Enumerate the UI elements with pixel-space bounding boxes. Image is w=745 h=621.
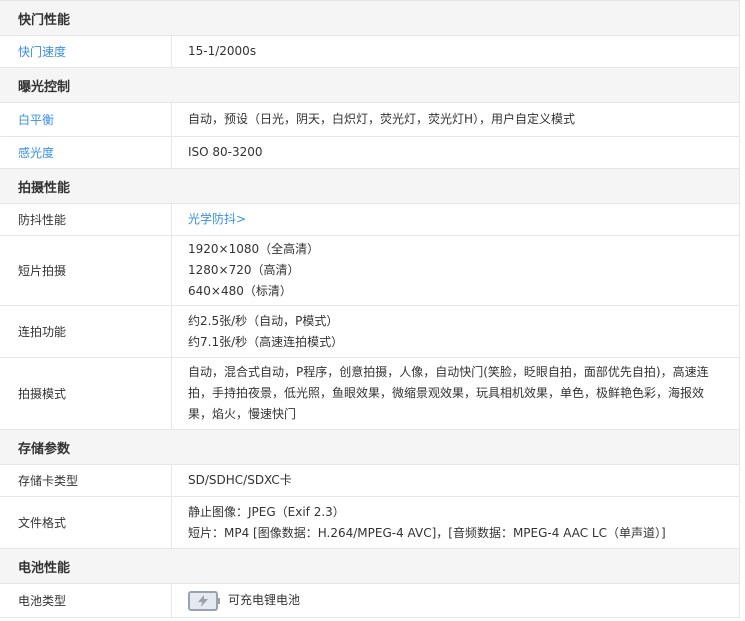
value-line: 可充电锂电池 [228, 593, 301, 607]
spec-label-iso[interactable]: 感光度 [0, 137, 172, 168]
spec-row-battery-type: 电池类型 可充电锂电池 [0, 584, 739, 618]
spec-table: 快门性能 快门速度 15-1/2000s 曝光控制 白平衡 自动，预设（日光，阴… [0, 0, 740, 618]
spec-row-shooting-modes: 拍摄模式 自动，混合式自动，P程序，创意拍摄，人像，自动快门(笑脸，眨眼自拍，面… [0, 358, 739, 430]
value-line: 拍，手持拍夜景，低光照，鱼眼效果，微缩景观效果，玩具相机效果，单色，极鲜艳色彩，… [188, 386, 705, 400]
spec-value-card-type: SD/SDHC/SDXC卡 [172, 465, 739, 496]
section-header-shutter: 快门性能 [0, 1, 739, 36]
section-header-battery: 电池性能 [0, 549, 739, 584]
section-header-storage: 存储参数 [0, 430, 739, 465]
spec-row-video: 短片拍摄 1920×1080（全高清） 1280×720（高清） 640×480… [0, 236, 739, 306]
spec-value-shooting-modes: 自动，混合式自动，P程序，创意拍摄，人像，自动快门(笑脸，眨眼自拍，面部优先自拍… [172, 358, 739, 429]
spec-row-card-type: 存储卡类型 SD/SDHC/SDXC卡 [0, 465, 739, 497]
spec-value-white-balance: 自动，预设（日光，阴天，白炽灯，荧光灯，荧光灯H），用户自定义模式 [172, 103, 739, 136]
value-line: 自动，预设（日光，阴天，白炽灯，荧光灯，荧光灯H），用户自定义模式 [188, 112, 576, 126]
spec-value-video: 1920×1080（全高清） 1280×720（高清） 640×480（标清） [172, 236, 739, 305]
spec-label-white-balance[interactable]: 白平衡 [0, 103, 172, 136]
spec-value-battery-type: 可充电锂电池 [172, 584, 739, 617]
value-line: ISO 80-3200 [188, 145, 263, 159]
spec-label-shooting-modes: 拍摄模式 [0, 358, 172, 429]
spec-row-stabilization: 防抖性能 光学防抖> [0, 204, 739, 236]
battery-wrap: 可充电锂电池 [188, 590, 723, 611]
value-line: 1920×1080（全高清） [188, 242, 320, 256]
value-line: 640×480（标清） [188, 284, 292, 298]
value-line: 自动，混合式自动，P程序，创意拍摄，人像，自动快门(笑脸，眨眼自拍，面部优先自拍… [188, 365, 709, 379]
spec-value-iso: ISO 80-3200 [172, 137, 739, 168]
value-line: 约7.1张/秒（高速连拍模式） [188, 334, 344, 349]
spec-value-stabilization: 光学防抖> [172, 204, 739, 235]
spec-row-burst: 连拍功能 约2.5张/秒（自动，P模式） 约7.1张/秒（高速连拍模式） [0, 306, 739, 358]
spec-value-burst: 约2.5张/秒（自动，P模式） 约7.1张/秒（高速连拍模式） [172, 306, 739, 357]
optical-stabilization-link[interactable]: 光学防抖> [188, 209, 723, 230]
spec-label-video: 短片拍摄 [0, 236, 172, 305]
section-header-shooting: 拍摄性能 [0, 169, 739, 204]
spec-row-white-balance: 白平衡 自动，预设（日光，阴天，白炽灯，荧光灯，荧光灯H），用户自定义模式 [0, 103, 739, 137]
value-line: 15-1/2000s [188, 44, 257, 58]
spec-label-battery-type: 电池类型 [0, 584, 172, 617]
spec-row-shutter-speed: 快门速度 15-1/2000s [0, 36, 739, 68]
spec-label-file-format: 文件格式 [0, 497, 172, 548]
value-line: 约2.5张/秒（自动，P模式） [188, 313, 339, 328]
value-line: SD/SDHC/SDXC卡 [188, 473, 292, 487]
spec-label-burst: 连拍功能 [0, 306, 172, 357]
value-line: 短片：MP4 [图像数据：H.264/MPEG-4 AVC]，[音频数据：MPE… [188, 525, 666, 540]
value-line: 静止图像：JPEG（Exif 2.3） [188, 504, 345, 519]
section-header-exposure: 曝光控制 [0, 68, 739, 103]
value-line: 1280×720（高清） [188, 263, 300, 277]
spec-label-card-type: 存储卡类型 [0, 465, 172, 496]
battery-charging-icon [188, 590, 220, 611]
spec-row-iso: 感光度 ISO 80-3200 [0, 137, 739, 169]
spec-row-file-format: 文件格式 静止图像：JPEG（Exif 2.3） 短片：MP4 [图像数据：H.… [0, 497, 739, 549]
spec-label-shutter-speed[interactable]: 快门速度 [0, 36, 172, 67]
spec-value-file-format: 静止图像：JPEG（Exif 2.3） 短片：MP4 [图像数据：H.264/M… [172, 497, 739, 548]
spec-label-stabilization: 防抖性能 [0, 204, 172, 235]
spec-value-shutter-speed: 15-1/2000s [172, 36, 739, 67]
value-line: 果，焰火，慢速快门 [188, 407, 297, 421]
